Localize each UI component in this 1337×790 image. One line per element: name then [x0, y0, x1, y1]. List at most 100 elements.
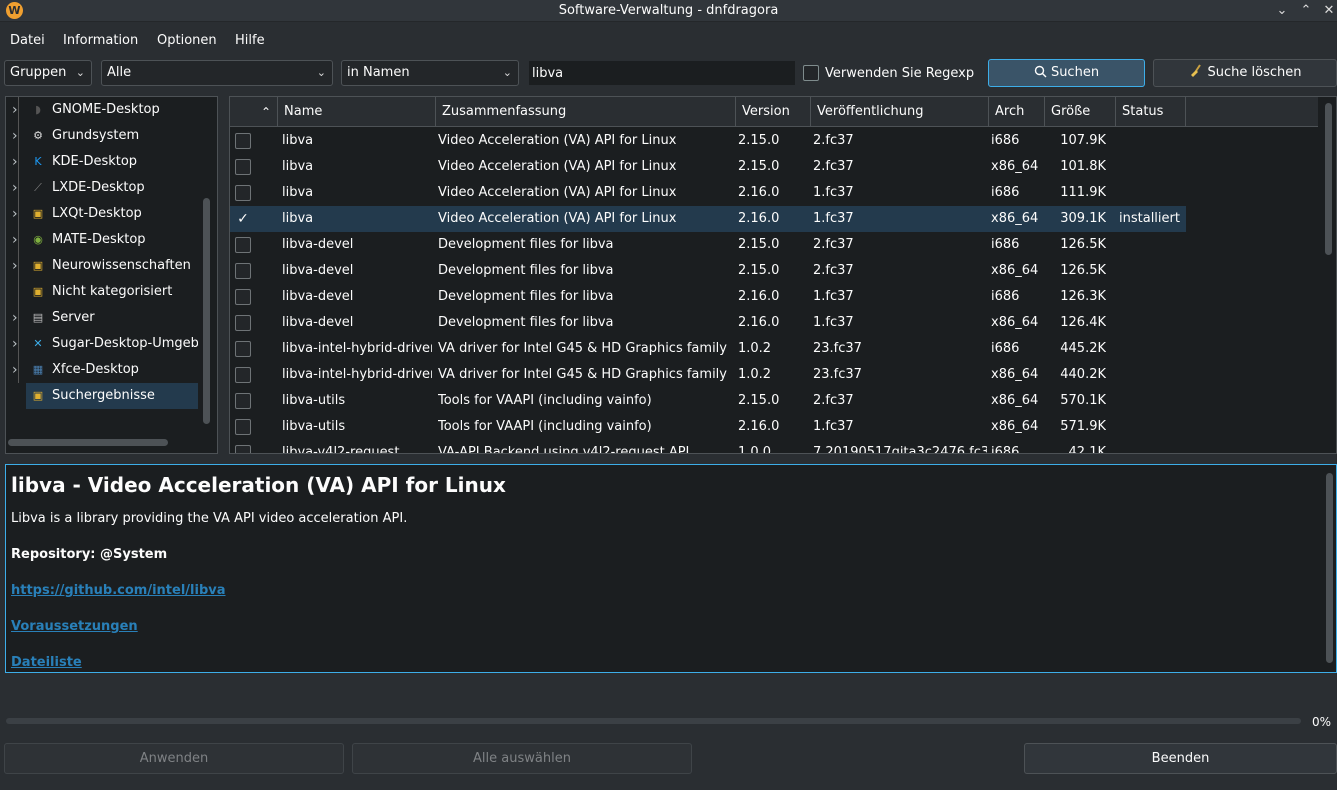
column-header-release[interactable]: Veröffentlichung — [811, 97, 989, 127]
expand-arrow-icon[interactable]: › — [12, 123, 18, 149]
table-vertical-scrollbar[interactable] — [1325, 103, 1332, 255]
file-list-link[interactable]: Dateiliste — [11, 655, 82, 670]
row-checkbox[interactable] — [235, 289, 251, 305]
group-tree-horizontal-scrollbar[interactable] — [8, 439, 168, 446]
group-item[interactable]: › ▣ Neurowissenschaften — [6, 253, 198, 279]
cell-arch: x86_64 — [991, 159, 1039, 174]
regex-checkbox[interactable] — [803, 65, 819, 81]
window-title: Software-Verwaltung - dnfdragora — [558, 3, 779, 18]
cell-summary: Development files for libva — [438, 289, 614, 304]
select-all-button[interactable]: Alle auswählen — [352, 743, 692, 774]
expand-arrow-icon[interactable]: › — [12, 331, 18, 357]
quit-button[interactable]: Beenden — [1024, 743, 1337, 774]
cell-version: 2.15.0 — [738, 263, 780, 278]
cell-version: 2.15.0 — [738, 133, 780, 148]
row-checkbox[interactable]: ✓ — [235, 211, 251, 227]
row-checkbox[interactable] — [235, 185, 251, 201]
cell-summary: Development files for libva — [438, 237, 614, 252]
filter-select[interactable]: Alle ⌄ — [101, 60, 333, 86]
requires-link[interactable]: Voraussetzungen — [11, 619, 138, 634]
table-row[interactable]: libva-devel Development files for libva 2.… — [230, 258, 1186, 284]
cell-arch: i686 — [991, 237, 1020, 252]
column-header-arch[interactable]: Arch — [989, 97, 1045, 127]
table-row[interactable]: libva-devel Development files for libva 2.… — [230, 232, 1186, 258]
menu-information[interactable]: Information — [63, 33, 138, 48]
cell-summary: Development files for libva — [438, 263, 614, 278]
regex-label: Verwenden Sie Regexp — [825, 66, 975, 81]
table-row[interactable]: libva-v4l2-request VA-API Backend using v… — [230, 440, 1186, 453]
group-item[interactable]: › ▤ Server — [6, 305, 198, 331]
apply-button[interactable]: Anwenden — [4, 743, 344, 774]
expand-arrow-icon[interactable]: › — [12, 97, 18, 123]
group-item[interactable]: › ▦ Xfce-Desktop — [6, 357, 198, 383]
gear-icon: ⚙ — [33, 129, 43, 142]
table-row[interactable]: libva-utils Tools for VAAPI (including va… — [230, 388, 1186, 414]
close-icon[interactable]: ✕ — [1320, 2, 1337, 20]
row-checkbox[interactable] — [235, 445, 251, 453]
cell-name: libva — [282, 159, 314, 174]
row-checkbox[interactable] — [235, 419, 251, 435]
row-checkbox[interactable] — [235, 159, 251, 175]
table-row[interactable]: libva-intel-hybrid-driver VA driver for I… — [230, 362, 1186, 388]
expand-arrow-icon[interactable]: › — [12, 227, 18, 253]
cell-release: 2.fc37 — [813, 237, 854, 252]
column-header-summary[interactable]: Zusammenfassung — [436, 97, 736, 127]
table-row[interactable]: libva-devel Development files for libva 2.… — [230, 284, 1186, 310]
table-row[interactable]: libva-devel Development files for libva 2.… — [230, 310, 1186, 336]
menu-optionen[interactable]: Optionen — [157, 33, 217, 48]
group-item[interactable]: ▣ Suchergebnisse — [26, 383, 198, 409]
search-button-label: Suchen — [1050, 65, 1100, 80]
tree-branch-line — [18, 331, 19, 357]
clear-search-button[interactable]: Suche löschen — [1153, 59, 1337, 87]
group-item[interactable]: › ◉ MATE-Desktop — [6, 227, 198, 253]
column-header-version[interactable]: Version — [736, 97, 811, 127]
group-item[interactable]: › ⟋ LXDE-Desktop — [6, 175, 198, 201]
group-item[interactable]: › ◗ GNOME-Desktop — [6, 97, 198, 123]
expand-arrow-icon[interactable]: › — [12, 201, 18, 227]
expand-arrow-icon[interactable]: › — [12, 253, 18, 279]
table-header: ⌃ Name Zusammenfassung Version Veröffent… — [230, 97, 1318, 127]
row-checkbox[interactable] — [235, 341, 251, 357]
table-row[interactable]: libva Video Acceleration (VA) API for Lin… — [230, 154, 1186, 180]
table-row[interactable]: libva Video Acceleration (VA) API for Lin… — [230, 128, 1186, 154]
table-row[interactable]: libva-utils Tools for VAAPI (including va… — [230, 414, 1186, 440]
row-checkbox[interactable] — [235, 367, 251, 383]
row-checkbox[interactable] — [235, 237, 251, 253]
cell-arch: i686 — [991, 289, 1020, 304]
menu-hilfe[interactable]: Hilfe — [235, 33, 265, 48]
menu-datei[interactable]: Datei — [10, 33, 45, 48]
table-row[interactable]: libva-intel-hybrid-driver VA driver for I… — [230, 336, 1186, 362]
row-checkbox[interactable] — [235, 133, 251, 149]
column-header-name[interactable]: Name — [278, 97, 436, 127]
row-checkbox[interactable] — [235, 263, 251, 279]
group-item[interactable]: › ⚙ Grundsystem — [6, 123, 198, 149]
maximize-icon[interactable]: ⌃ — [1297, 2, 1315, 20]
column-header-size[interactable]: Größe — [1045, 97, 1116, 127]
column-header-status[interactable]: Status — [1116, 97, 1186, 127]
row-checkbox[interactable] — [235, 393, 251, 409]
expand-arrow-icon[interactable]: › — [12, 357, 18, 383]
search-input[interactable] — [528, 60, 796, 86]
table-row[interactable]: ✓ libva Video Acceleration (VA) API for Li… — [230, 206, 1186, 232]
group-tree-vertical-scrollbar[interactable] — [203, 198, 210, 424]
group-item[interactable]: › K KDE-Desktop — [6, 149, 198, 175]
search-button[interactable]: Suchen — [988, 59, 1145, 87]
search-field-select[interactable]: in Namen ⌄ — [341, 60, 519, 86]
expand-arrow-icon[interactable]: › — [12, 305, 18, 331]
expand-arrow-icon[interactable]: › — [12, 175, 18, 201]
table-row[interactable]: libva Video Acceleration (VA) API for Lin… — [230, 180, 1186, 206]
view-select[interactable]: Gruppen ⌄ — [4, 60, 92, 86]
cell-name: libva-intel-hybrid-driver — [282, 367, 432, 382]
info-vertical-scrollbar[interactable] — [1326, 473, 1333, 663]
cell-summary: Video Acceleration (VA) API for Linux — [438, 211, 677, 226]
homepage-link[interactable]: https://github.com/intel/libva — [11, 583, 226, 598]
group-tree[interactable]: › ◗ GNOME-Desktop › ⚙ Grundsystem › K KDE-Deskto… — [5, 96, 218, 454]
select-column-header[interactable]: ⌃ — [230, 97, 278, 127]
group-item[interactable]: › ✕ Sugar-Desktop-Umgebu — [6, 331, 198, 357]
minimize-icon[interactable]: ⌄ — [1273, 2, 1291, 20]
row-checkbox[interactable] — [235, 315, 251, 331]
expand-arrow-icon[interactable]: › — [12, 149, 18, 175]
group-item-label: Grundsystem — [52, 128, 140, 143]
group-item[interactable]: ▣ Nicht kategorisiert — [6, 279, 198, 305]
group-item[interactable]: › ▣ LXQt-Desktop — [6, 201, 198, 227]
